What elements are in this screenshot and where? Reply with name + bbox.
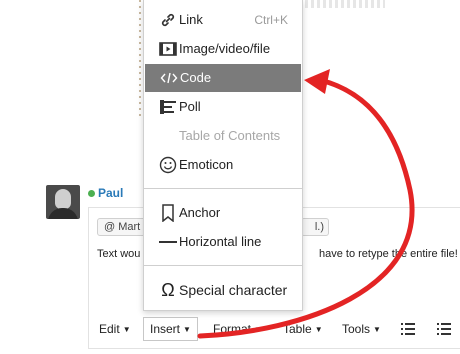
emoticon-icon: [158, 151, 178, 179]
menu-item-label: Anchor: [179, 205, 221, 220]
username[interactable]: Paul: [98, 186, 123, 200]
edit-menu-button[interactable]: Edit ▼: [93, 318, 137, 340]
menu-item-label: Poll: [179, 99, 201, 114]
menu-item-image-video-file[interactable]: Image/video/file: [144, 35, 302, 63]
chevron-down-icon: ▼: [122, 325, 131, 334]
horizontal-line-icon: [158, 228, 178, 256]
menu-item-anchor[interactable]: Anchor: [144, 199, 302, 227]
menu-item-special-character[interactable]: Ω Special character: [144, 276, 302, 304]
menu-item-label: Horizontal line: [179, 234, 262, 249]
poll-icon: [158, 93, 178, 121]
avatar-face: [55, 189, 71, 209]
mention-chip-end[interactable]: l.): [301, 218, 329, 236]
editor-text-end: have to retype the entire file!: [319, 248, 458, 260]
menu-item-label: Special character: [179, 282, 288, 298]
menu-item-table-of-contents[interactable]: Table of Contents: [144, 122, 302, 150]
insert-dropdown-menu: Link Ctrl+K Image/video/file Code Poll T…: [143, 0, 303, 311]
editor-toolbar: Edit ▼ Insert ▼ Format ▼ Table ▼ Tools ▼: [89, 316, 460, 342]
code-icon: [159, 64, 179, 92]
menu-item-code[interactable]: Code: [145, 64, 301, 92]
format-menu-button[interactable]: Format ▼: [207, 318, 268, 340]
annotation-arrow-head: [304, 69, 330, 94]
numbered-list-icon[interactable]: [437, 323, 451, 335]
media-icon: [158, 35, 178, 63]
online-status-dot: [88, 190, 95, 197]
menu-item-label: Image/video/file: [179, 41, 271, 56]
tools-menu-button[interactable]: Tools ▼: [336, 318, 387, 340]
menu-item-label: Link: [179, 12, 203, 27]
menu-item-emoticon[interactable]: Emoticon: [144, 151, 302, 179]
avatar-shoulders: [48, 208, 78, 219]
mention-chip[interactable]: @ Mart: [97, 218, 148, 236]
menu-item-horizontal-line[interactable]: Horizontal line: [144, 228, 302, 256]
anchor-bookmark-icon: [158, 199, 178, 227]
menu-separator: [144, 188, 302, 189]
link-icon: [158, 6, 178, 34]
format-menu-label: Format: [213, 322, 252, 336]
editor-text-start: Text wou: [97, 248, 141, 260]
background-dotted-border: [139, 0, 141, 120]
chevron-down-icon: ▼: [254, 325, 262, 334]
menu-item-label: Emoticon: [179, 157, 234, 172]
table-menu-label: Table: [283, 322, 312, 336]
insert-menu-button[interactable]: Insert ▼: [143, 317, 198, 341]
omega-icon: Ω: [161, 280, 175, 300]
insert-menu-label: Insert: [150, 322, 181, 336]
background-faint-text: [305, 0, 385, 8]
menu-item-poll[interactable]: Poll: [144, 93, 302, 121]
chevron-down-icon: ▼: [314, 325, 323, 334]
menu-item-link[interactable]: Link Ctrl+K: [144, 6, 302, 34]
chevron-down-icon: ▼: [183, 325, 191, 334]
menu-item-label: Code: [180, 70, 212, 85]
menu-separator: [144, 265, 302, 266]
avatar[interactable]: [46, 185, 80, 219]
shortcut-label: Ctrl+K: [254, 13, 288, 27]
chevron-down-icon: ▼: [373, 325, 381, 334]
menu-item-label: Table of Contents: [179, 128, 281, 143]
table-menu-button[interactable]: Table ▼: [277, 318, 329, 340]
bullet-list-icon[interactable]: [401, 323, 415, 335]
edit-menu-label: Edit: [99, 322, 120, 336]
tools-menu-label: Tools: [342, 322, 371, 336]
